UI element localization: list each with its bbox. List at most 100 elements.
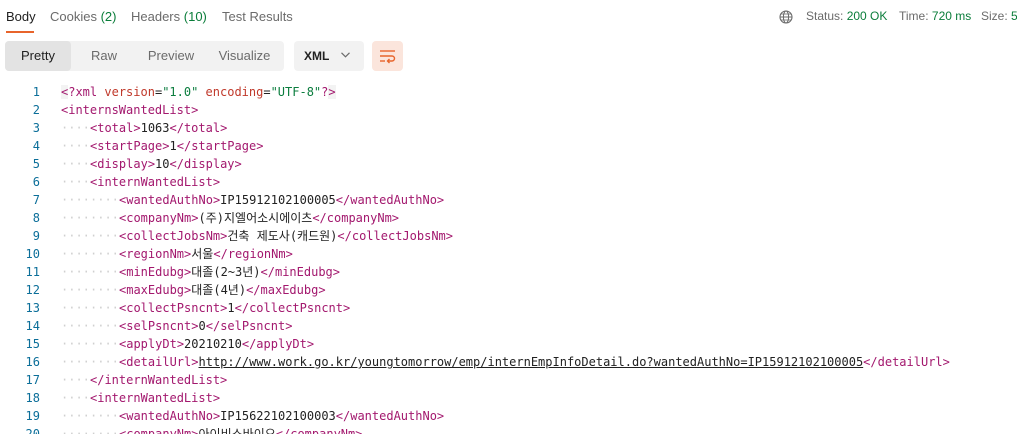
line-number: 16	[25, 355, 40, 369]
code-line: 15 <applyDt>20210210</applyDt> ···· ····	[0, 335, 1017, 353]
xml-bracket: >	[176, 337, 185, 351]
size-readout[interactable]: Size: 5	[981, 9, 1017, 23]
xml-tag: collectJobsNm	[126, 229, 221, 243]
view-preview-button[interactable]: Preview	[137, 41, 205, 71]
code-text: <companyNm>아이비스바이오</companyNm>	[119, 425, 363, 434]
xml-tag: applyDt	[256, 337, 307, 351]
size-label: Size:	[981, 9, 1008, 23]
globe-icon[interactable]	[779, 10, 793, 24]
xml-tag: startPage	[191, 139, 257, 153]
tab-headers-label: Headers	[131, 9, 181, 24]
xml-text: 1	[169, 139, 177, 153]
xml-tag: wantedAuthNo	[126, 409, 213, 423]
xml-tag: internWantedList	[97, 175, 213, 189]
status-readout[interactable]: Status: 200 OK	[806, 9, 887, 23]
indent-guide: ····	[61, 319, 90, 333]
active-tab-indicator	[6, 31, 34, 33]
code-line: 4 <startPage>1</startPage> ····	[0, 137, 1017, 155]
time-value: 720 ms	[931, 9, 972, 23]
code-text: <display>10</display>	[90, 155, 242, 173]
xml-tag: minEdubg	[126, 265, 185, 279]
xml-text: 0	[198, 319, 206, 333]
indent-guide: ····	[90, 211, 119, 225]
time-readout[interactable]: Time: 720 ms	[899, 9, 971, 23]
xml-bracket: >	[212, 391, 221, 405]
xml-bracket: >	[332, 265, 340, 279]
code-line: 13 <collectPsncnt>1</collectPsncnt> ···· ··…	[0, 299, 1017, 317]
xml-bracket: </	[241, 337, 257, 351]
tab-test-results[interactable]: Test Results	[222, 9, 293, 24]
response-body-code[interactable]: 1 <?xml version="1.0" encoding="UTF-8"?> 2…	[0, 83, 1017, 434]
code-line: 16 <detailUrl>http://www.work.go.kr/young…	[0, 353, 1017, 371]
code-text: <regionNm>서울</regionNm>	[119, 245, 293, 263]
xml-tag: collectJobsNm	[351, 229, 446, 243]
xml-tag: companyNm	[126, 427, 192, 434]
xml-bracket: >	[162, 139, 170, 153]
indent-guide: ····	[90, 427, 119, 434]
wrap-lines-button[interactable]	[372, 41, 403, 71]
xml-tag: companyNm	[326, 211, 392, 225]
xml-tag: wantedAuthNo	[350, 409, 437, 423]
xml-text: 1	[227, 301, 235, 315]
xml-bracket: >	[191, 355, 199, 369]
xml-tag: display	[183, 157, 235, 171]
xml-bracket: </	[863, 355, 878, 369]
code-line: 18 <internWantedList> ····	[0, 389, 1017, 407]
code-line: 7 <wantedAuthNo>IP15912102100005</wantedA…	[0, 191, 1017, 209]
xml-tag: maxEdubg	[260, 283, 319, 297]
indent-guide: ····	[90, 319, 119, 333]
code-text: <companyNm>(주)지엘어소시에이츠</companyNm>	[119, 209, 399, 227]
indent-guide: ····	[61, 301, 90, 315]
xml-bracket: </	[275, 427, 291, 434]
code-line: 9 <collectJobsNm>건축 제도사(캐드원)</collectJobs…	[0, 227, 1017, 245]
line-number: 4	[32, 139, 40, 153]
detail-url-link[interactable]: http://www.work.go.kr/youngtomorrow/emp/…	[199, 355, 864, 369]
attr-name: encoding	[205, 85, 264, 99]
tab-cookies[interactable]: Cookies (2)	[50, 9, 116, 24]
code-line: 8 <companyNm>(주)지엘어소시에이츠</companyNm> ···· ·…	[0, 209, 1017, 227]
xml-text: 10	[155, 157, 170, 171]
view-raw-button[interactable]: Raw	[71, 41, 137, 71]
indent-guide: ····	[90, 355, 119, 369]
tab-body[interactable]: Body	[6, 9, 36, 24]
code-line: 20 <companyNm>아이비스바이오</companyNm> ···· ····	[0, 425, 1017, 434]
tab-test-results-label: Test Results	[222, 9, 293, 24]
xml-tag: regionNm	[126, 247, 185, 261]
xml-bracket: >	[285, 319, 293, 333]
code-line: 17 </internWantedList> ····	[0, 371, 1017, 389]
tab-headers[interactable]: Headers (10)	[131, 9, 207, 24]
indent-guide: ····	[90, 247, 119, 261]
xml-bracket: </	[176, 139, 192, 153]
code-text: <wantedAuthNo>IP15622102100003</wantedAu…	[119, 407, 444, 425]
indent-guide: ····	[61, 121, 90, 135]
code-text: <wantedAuthNo>IP15912102100005</wantedAu…	[119, 191, 444, 209]
status-value: 200 OK	[846, 9, 888, 23]
xml-tag: wantedAuthNo	[126, 193, 213, 207]
code-line: 11 <minEdubg>대졸(2~3년)</minEdubg> ···· ····	[0, 263, 1017, 281]
view-visualize-button[interactable]: Visualize	[205, 41, 284, 71]
indent-guide: ····	[90, 337, 119, 351]
xml-bracket: >	[391, 211, 400, 225]
xml-text: 대졸(4년)	[191, 283, 247, 297]
xml-bracket: </	[169, 121, 184, 135]
xml-bracket: >	[191, 211, 199, 225]
code-line: 2 <internsWantedList>	[0, 101, 1017, 119]
xml-bracket: </	[335, 409, 351, 423]
code-line: 6 <internWantedList> ····	[0, 173, 1017, 191]
xml-bracket: </	[234, 301, 250, 315]
code-text: <startPage>1</startPage>	[90, 137, 263, 155]
line-number: 5	[32, 157, 40, 171]
xml-bracket: >	[436, 409, 445, 423]
format-dropdown[interactable]: XML	[294, 41, 364, 71]
view-pretty-button[interactable]: Pretty	[5, 41, 71, 71]
tab-body-label: Body	[6, 9, 36, 24]
xml-text: 서울	[191, 247, 214, 261]
xml-bracket: >	[942, 355, 950, 369]
xml-bracket: >	[343, 301, 351, 315]
attr-value: "UTF-8"	[270, 85, 322, 99]
indent-guide: ····	[61, 175, 90, 189]
code-text: <detailUrl>http://www.work.go.kr/youngto…	[119, 353, 950, 371]
indent-guide: ····	[61, 409, 90, 423]
indent-guide: ····	[61, 247, 90, 261]
format-value: XML	[304, 49, 330, 63]
